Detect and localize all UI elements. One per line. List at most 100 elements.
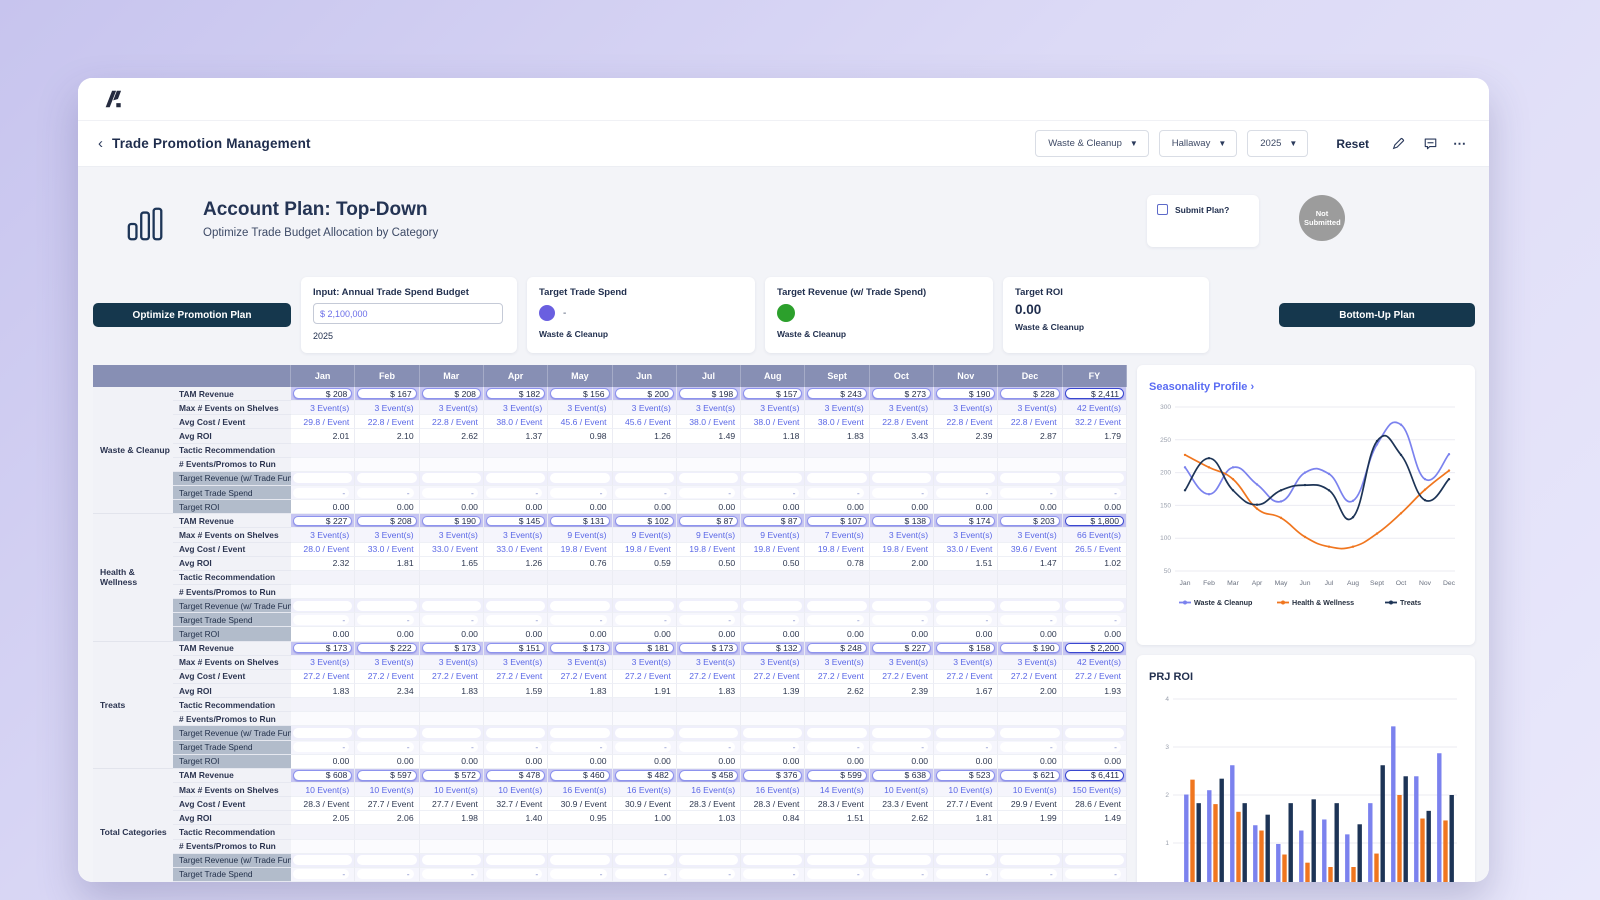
- editable-target-pill[interactable]: [615, 728, 674, 738]
- table-cell[interactable]: [484, 599, 548, 613]
- editable-value-pill[interactable]: $ 478: [486, 770, 545, 781]
- table-cell[interactable]: -: [741, 868, 805, 882]
- table-cell[interactable]: -: [291, 741, 355, 755]
- table-cell[interactable]: -: [870, 868, 934, 882]
- editable-target-pill[interactable]: -: [679, 488, 735, 498]
- table-cell[interactable]: -: [291, 486, 355, 500]
- editable-value-pill[interactable]: $ 243: [807, 388, 866, 399]
- table-cell[interactable]: 9 Event(s): [613, 528, 677, 542]
- table-cell[interactable]: 28.3 / Event: [805, 797, 869, 811]
- table-cell[interactable]: 27.2 / Event: [805, 670, 869, 684]
- table-cell[interactable]: [355, 726, 419, 740]
- table-cell[interactable]: 10 Event(s): [355, 783, 419, 797]
- editable-target-pill[interactable]: -: [807, 742, 863, 752]
- editable-target-pill[interactable]: [293, 473, 352, 483]
- table-cell[interactable]: $ 478: [484, 769, 548, 783]
- table-cell[interactable]: [934, 854, 998, 868]
- table-cell[interactable]: 3 Event(s): [870, 401, 934, 415]
- editable-target-pill[interactable]: [486, 728, 545, 738]
- editable-value-pill[interactable]: $ 157: [743, 388, 802, 399]
- table-cell[interactable]: 27.2 / Event: [420, 670, 484, 684]
- editable-target-pill[interactable]: -: [486, 488, 542, 498]
- table-cell[interactable]: $ 460: [548, 769, 612, 783]
- editable-value-pill[interactable]: $ 107: [807, 516, 866, 527]
- editable-target-pill[interactable]: [743, 473, 802, 483]
- editable-target-pill[interactable]: [615, 473, 674, 483]
- editable-target-pill[interactable]: [1000, 855, 1059, 865]
- table-cell[interactable]: -: [870, 613, 934, 627]
- table-cell[interactable]: [484, 726, 548, 740]
- table-cell[interactable]: $ 222: [355, 642, 419, 656]
- editable-value-pill[interactable]: $ 200: [615, 388, 674, 399]
- table-cell[interactable]: -: [355, 741, 419, 755]
- table-cell[interactable]: 3 Event(s): [741, 656, 805, 670]
- table-cell[interactable]: 9 Event(s): [548, 528, 612, 542]
- table-cell[interactable]: 23.3 / Event: [870, 797, 934, 811]
- table-cell[interactable]: $ 621: [998, 769, 1062, 783]
- editable-value-pill[interactable]: $ 173: [550, 643, 609, 654]
- back-chevron-icon[interactable]: ‹: [98, 135, 103, 152]
- table-cell[interactable]: 3 Event(s): [934, 528, 998, 542]
- table-cell[interactable]: [741, 599, 805, 613]
- table-cell[interactable]: 27.7 / Event: [355, 797, 419, 811]
- table-cell[interactable]: [741, 854, 805, 868]
- table-cell[interactable]: [1063, 726, 1127, 740]
- table-cell[interactable]: $ 458: [677, 769, 741, 783]
- editable-value-pill[interactable]: $ 198: [679, 388, 738, 399]
- editable-target-pill[interactable]: [1065, 473, 1124, 483]
- table-cell[interactable]: 22.8 / Event: [998, 415, 1062, 429]
- table-cell[interactable]: [548, 854, 612, 868]
- table-cell[interactable]: 3 Event(s): [420, 656, 484, 670]
- editable-value-pill[interactable]: $ 190: [1000, 643, 1059, 654]
- table-cell[interactable]: [998, 854, 1062, 868]
- editable-target-pill[interactable]: [872, 855, 931, 865]
- table-cell[interactable]: 3 Event(s): [484, 401, 548, 415]
- table-cell[interactable]: $ 200: [613, 387, 677, 401]
- table-cell[interactable]: $ 190: [998, 642, 1062, 656]
- table-cell[interactable]: [548, 599, 612, 613]
- editable-target-pill[interactable]: [872, 473, 931, 483]
- table-cell[interactable]: [291, 599, 355, 613]
- editable-target-pill[interactable]: -: [550, 742, 606, 752]
- table-cell[interactable]: $ 156: [548, 387, 612, 401]
- editable-target-pill[interactable]: [936, 855, 995, 865]
- table-cell[interactable]: [484, 472, 548, 486]
- table-cell[interactable]: -: [934, 613, 998, 627]
- editable-target-pill[interactable]: -: [486, 615, 542, 625]
- editable-value-pill[interactable]: $ 131: [550, 516, 609, 527]
- editable-target-pill[interactable]: -: [1000, 615, 1056, 625]
- table-cell[interactable]: [548, 726, 612, 740]
- table-cell[interactable]: $ 638: [870, 769, 934, 783]
- table-cell[interactable]: 30.9 / Event: [613, 797, 677, 811]
- editable-target-pill[interactable]: [807, 855, 866, 865]
- table-cell[interactable]: $ 482: [613, 769, 677, 783]
- editable-target-pill[interactable]: -: [807, 869, 863, 879]
- table-cell[interactable]: -: [484, 868, 548, 882]
- editable-target-pill[interactable]: [422, 855, 481, 865]
- table-cell[interactable]: 38.0 / Event: [805, 415, 869, 429]
- editable-target-pill[interactable]: [807, 601, 866, 611]
- editable-value-pill[interactable]: $ 173: [293, 643, 352, 654]
- table-cell[interactable]: 3 Event(s): [484, 528, 548, 542]
- table-cell[interactable]: [998, 599, 1062, 613]
- editable-target-pill[interactable]: [743, 728, 802, 738]
- table-cell[interactable]: -: [548, 613, 612, 627]
- table-cell[interactable]: $ 227: [291, 514, 355, 528]
- editable-target-pill[interactable]: [293, 728, 352, 738]
- editable-value-pill[interactable]: $ 173: [422, 643, 481, 654]
- editable-target-pill[interactable]: [1000, 728, 1059, 738]
- table-cell[interactable]: $ 167: [355, 387, 419, 401]
- table-cell[interactable]: 45.6 / Event: [613, 415, 677, 429]
- editable-target-pill[interactable]: [872, 601, 931, 611]
- editable-value-pill[interactable]: $ 227: [872, 643, 931, 654]
- table-cell[interactable]: $ 102: [613, 514, 677, 528]
- editable-target-pill[interactable]: -: [293, 615, 349, 625]
- table-cell[interactable]: -: [355, 868, 419, 882]
- editable-target-pill[interactable]: -: [422, 869, 478, 879]
- table-cell[interactable]: -: [934, 486, 998, 500]
- table-cell[interactable]: 16 Event(s): [741, 783, 805, 797]
- table-cell[interactable]: 19.8 / Event: [741, 543, 805, 557]
- editable-target-pill[interactable]: -: [1065, 615, 1121, 625]
- editable-target-pill[interactable]: -: [615, 488, 671, 498]
- table-cell[interactable]: 33.0 / Event: [934, 543, 998, 557]
